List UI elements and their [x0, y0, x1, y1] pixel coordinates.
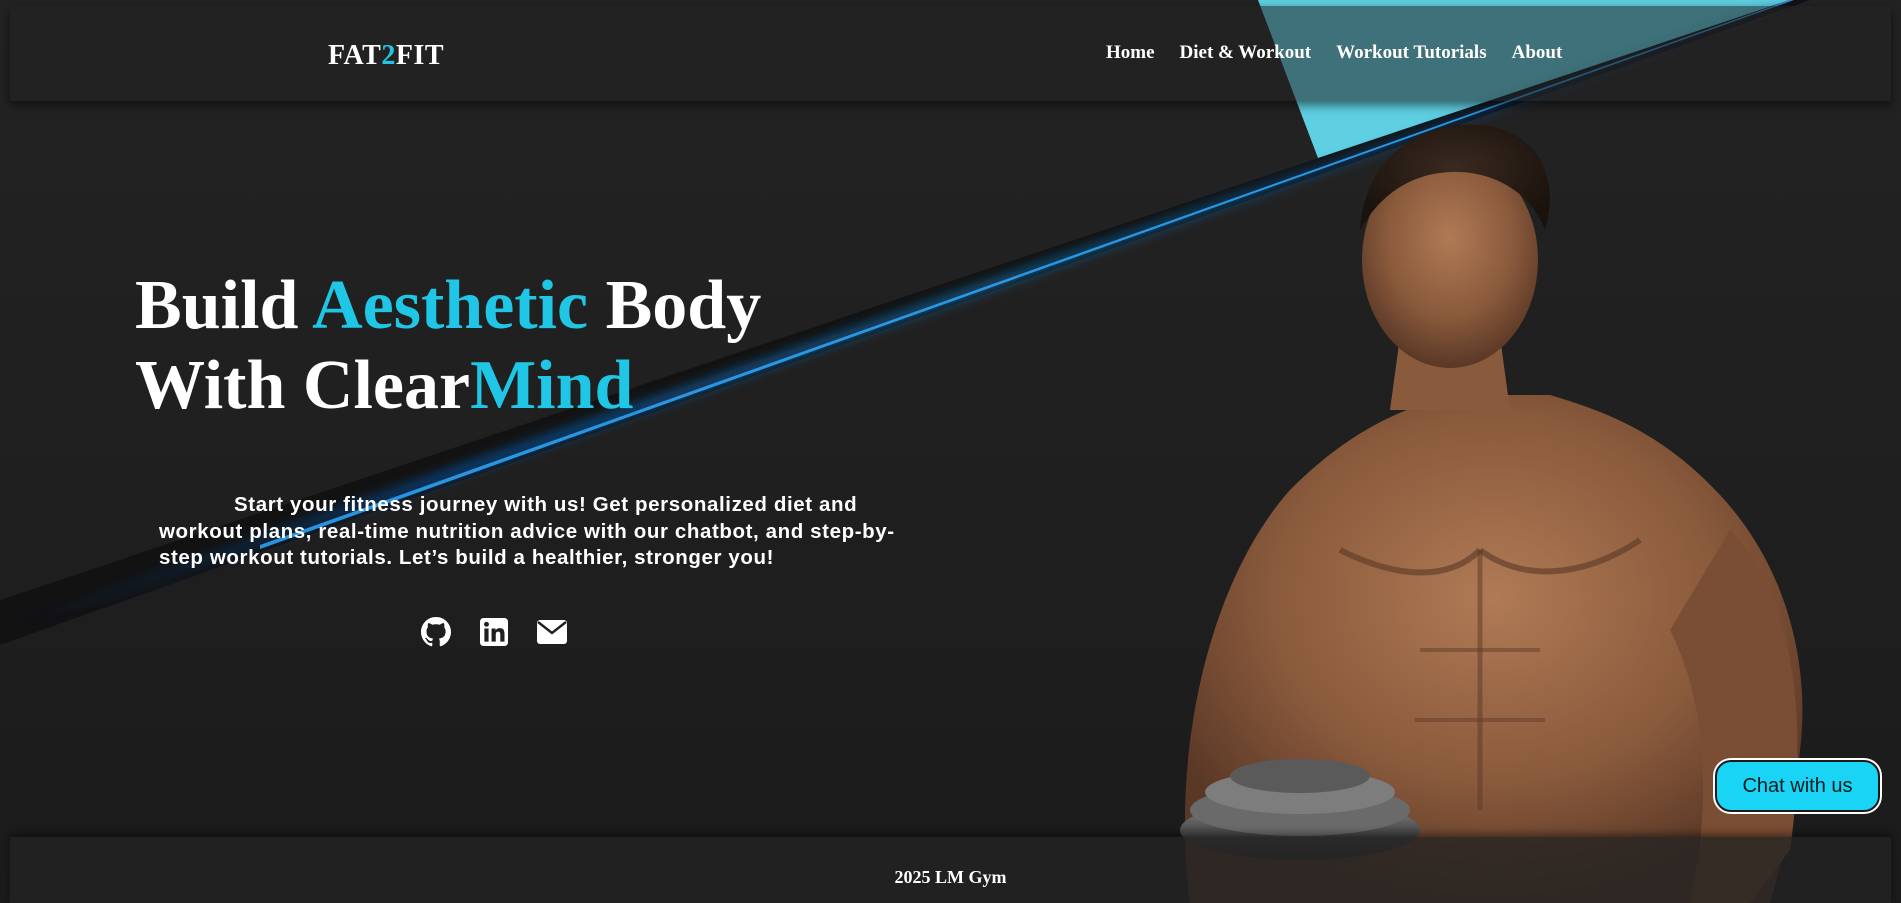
envelope-icon[interactable] — [536, 616, 568, 648]
github-icon[interactable] — [420, 616, 452, 648]
chat-with-us-button[interactable]: Chat with us — [1715, 760, 1880, 812]
linkedin-icon[interactable] — [478, 616, 510, 648]
nav-workout-tutorials[interactable]: Workout Tutorials — [1336, 42, 1486, 64]
site-header: FAT 2 FIT — [10, 6, 1891, 101]
nav-diet-workout[interactable]: Diet & Workout — [1180, 42, 1312, 64]
logo-part-fat: FAT — [328, 40, 382, 71]
logo[interactable]: FAT 2 FIT — [328, 40, 444, 72]
main-nav: Home Diet & Workout Workout Tutorials Ab… — [1106, 42, 1587, 64]
social-links — [420, 616, 568, 648]
logo-part-fit: FIT — [395, 40, 445, 71]
page: FAT 2 FIT Home Diet & Workout Workout Tuto… — [0, 0, 1901, 903]
hero-intro-text: Start your fitness journey with us! Get … — [159, 493, 895, 569]
site-footer: 2025 LM Gym — [10, 837, 1891, 903]
hero-headline: Build Aesthetic Body With ClearMind — [135, 266, 761, 426]
nav-home[interactable]: Home — [1106, 42, 1155, 64]
headline-with-clear: With Clear — [135, 347, 471, 424]
nav-about[interactable]: About — [1512, 42, 1563, 64]
headline-aesthetic: Aesthetic — [312, 267, 589, 344]
logo-part-2: 2 — [381, 40, 396, 71]
headline-body: Body — [588, 267, 762, 344]
footer-copyright: 2025 LM Gym — [894, 867, 1007, 887]
headline-build: Build — [135, 267, 313, 344]
headline-mind: Mind — [470, 347, 634, 424]
